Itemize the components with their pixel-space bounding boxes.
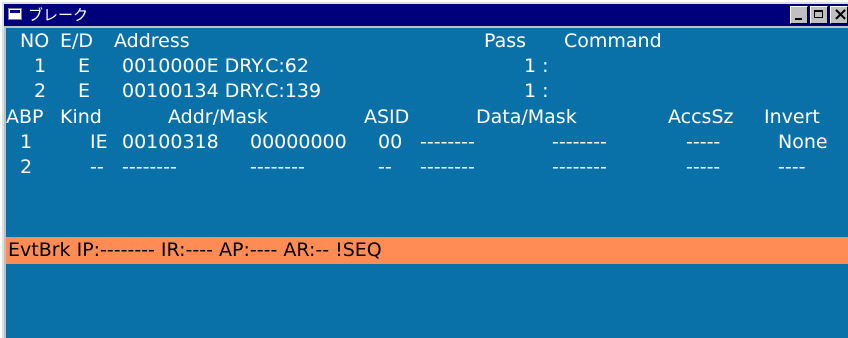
abp-asid: -- (378, 156, 392, 178)
col-pass: Pass (484, 30, 527, 52)
close-icon[interactable] (830, 4, 848, 25)
col-command: Command (564, 30, 662, 52)
col-no: NO (20, 30, 50, 52)
bp-no: 2 (34, 80, 47, 102)
col-addr-mask: Addr/Mask (168, 106, 268, 128)
abp-data: -------- (420, 131, 475, 153)
bp-address: 00100134 DRY.C:139 (122, 80, 322, 102)
abp-row[interactable]: 2 -- -------- -------- -- -------- -----… (6, 154, 848, 181)
abp-kind: IE (90, 131, 108, 153)
bp-ed: E (78, 55, 91, 77)
abp-addr: -------- (122, 156, 177, 178)
window-controls (790, 4, 848, 25)
col-kind: Kind (60, 106, 102, 128)
window-title: ブレーク (28, 6, 89, 24)
bp-ed: E (78, 80, 91, 102)
col-accssz: AccsSz (668, 106, 734, 128)
abp-addr: 00100318 (122, 131, 219, 153)
abp-accssz: ----- (686, 156, 721, 178)
bp-address: 0010000E DRY.C:62 (122, 55, 309, 77)
bp-row[interactable]: 2 E 00100134 DRY.C:139 1 : (6, 78, 848, 105)
break-window: ブレーク NO E/D Address Pass Command 1 E 001… (2, 2, 848, 338)
abp-invert: ---- (778, 156, 806, 178)
bp-row[interactable]: 1 E 0010000E DRY.C:62 1 : (6, 53, 848, 80)
title-bar[interactable]: ブレーク (4, 4, 848, 26)
col-invert: Invert (764, 106, 820, 128)
abp-invert: None (778, 131, 828, 153)
abp-no: 2 (20, 156, 33, 178)
col-ed: E/D (60, 30, 94, 52)
maximize-icon[interactable] (810, 6, 828, 24)
bp-pass: 1 : (524, 80, 549, 102)
abp-data-mask: -------- (552, 156, 607, 178)
abp-no: 1 (20, 131, 33, 153)
abp-kind: -- (90, 156, 104, 178)
minimize-icon[interactable] (790, 6, 808, 24)
col-abp: ABP (6, 106, 44, 128)
breakpoint-panel[interactable]: NO E/D Address Pass Command 1 E 0010000E… (6, 28, 848, 338)
event-break-row[interactable]: EvtBrk IP:-------- IR:---- AP:---- AR:--… (6, 237, 848, 264)
col-address: Address (114, 30, 190, 52)
abp-mask: 00000000 (250, 131, 347, 153)
window-icon[interactable] (8, 8, 22, 20)
bp-header-row: NO E/D Address Pass Command (6, 28, 848, 55)
abp-accssz: ----- (686, 131, 721, 153)
abp-data-mask: -------- (552, 131, 607, 153)
col-data-mask: Data/Mask (476, 106, 577, 128)
abp-mask: -------- (250, 156, 305, 178)
col-asid: ASID (364, 106, 410, 128)
abp-row[interactable]: 1 IE 00100318 00000000 00 -------- -----… (6, 129, 848, 156)
abp-header-row: ABP Kind Addr/Mask ASID Data/Mask AccsSz… (6, 104, 848, 131)
abp-asid: 00 (378, 131, 403, 153)
bp-pass: 1 : (524, 55, 549, 77)
abp-data: -------- (420, 156, 475, 178)
bp-no: 1 (34, 55, 47, 77)
